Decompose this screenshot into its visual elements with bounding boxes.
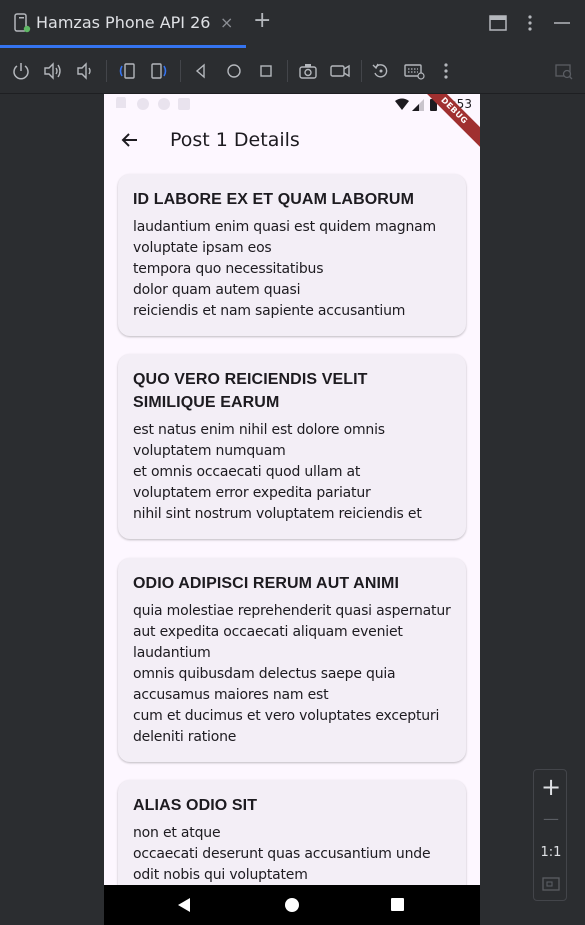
add-tab-icon[interactable]: + (253, 9, 271, 33)
screen-record-icon[interactable] (329, 60, 351, 82)
nav-home-icon[interactable] (285, 898, 299, 912)
comment-title: ALIAS ODIO SIT (133, 797, 258, 814)
comment-body: est natus enim nihil est dolore omnis vo… (133, 422, 422, 522)
comment-body: quia molestiae reprehenderit quasi asper… (133, 603, 451, 745)
comment-card[interactable]: QUO VERO REICIENDIS VELIT SIMILIQUE EARU… (118, 354, 466, 539)
zoom-in-icon[interactable]: + (534, 773, 568, 801)
phone-screen[interactable]: 8:53 DEBUG Post 1 Details ID LABORE EX E… (104, 94, 480, 925)
power-icon[interactable] (10, 60, 32, 82)
window-layout-icon[interactable] (487, 12, 509, 34)
back-icon[interactable] (190, 60, 212, 82)
app-bar: Post 1 Details (104, 116, 480, 166)
home-icon[interactable] (223, 60, 245, 82)
emulator-toolbar (0, 48, 585, 94)
comments-list[interactable]: ID LABORE EX ET QUAM LABORUM laudantium … (104, 166, 480, 885)
zoom-fit-icon[interactable] (541, 876, 561, 892)
toolbar-divider (106, 60, 107, 82)
comment-card[interactable]: ID LABORE EX ET QUAM LABORUM laudantium … (118, 174, 466, 336)
nav-recents-icon[interactable] (391, 898, 404, 911)
zoom-out-icon[interactable]: — (534, 806, 568, 832)
zoom-controls: + — 1:1 (533, 769, 567, 901)
window-titlebar: Hamzas Phone API 26 × + (0, 0, 585, 48)
tab-title: Hamzas Phone API 26 (36, 13, 211, 32)
comment-card[interactable]: ALIAS ODIO SIT non et atque occaecati de… (118, 780, 466, 885)
nav-back-icon[interactable] (178, 898, 190, 912)
close-tab-icon[interactable]: × (220, 13, 233, 32)
volume-down-icon[interactable] (74, 60, 96, 82)
toolbar-divider (180, 60, 181, 82)
comment-body: non et atque occaecati deserunt quas acc… (133, 825, 431, 883)
minimize-icon[interactable] (551, 12, 573, 34)
window-more-icon[interactable] (519, 12, 541, 34)
comment-title: QUO VERO REICIENDIS VELIT SIMILIQUE EARU… (133, 371, 368, 411)
device-phone-icon (14, 13, 31, 33)
notification-icons (116, 97, 190, 110)
comment-title: ODIO ADIPISCI RERUM AUT ANIMI (133, 575, 400, 592)
more-icon[interactable] (435, 60, 457, 82)
comment-card[interactable]: ODIO ADIPISCI RERUM AUT ANIMI quia moles… (118, 558, 466, 762)
overview-icon[interactable] (255, 60, 277, 82)
comment-title: ID LABORE EX ET QUAM LABORUM (133, 191, 415, 208)
android-nav-bar (104, 885, 480, 925)
toolbar-divider (361, 60, 362, 82)
volume-up-icon[interactable] (42, 60, 64, 82)
device-mirroring-icon[interactable] (553, 60, 575, 82)
screenshot-icon[interactable] (297, 60, 319, 82)
snapshot-icon[interactable] (370, 60, 392, 82)
zoom-actual-size-button[interactable]: 1:1 (534, 844, 568, 862)
toolbar-divider (287, 60, 288, 82)
extended-controls-icon[interactable] (403, 60, 425, 82)
back-arrow-icon[interactable] (118, 128, 142, 152)
page-title: Post 1 Details (170, 129, 300, 151)
rotate-left-icon[interactable] (116, 60, 138, 82)
device-tab[interactable]: Hamzas Phone API 26 × (0, 0, 246, 48)
rotate-right-icon[interactable] (148, 60, 170, 82)
comment-body: laudantium enim quasi est quidem magnam … (133, 219, 436, 319)
android-status-bar: 8:53 (104, 94, 480, 116)
